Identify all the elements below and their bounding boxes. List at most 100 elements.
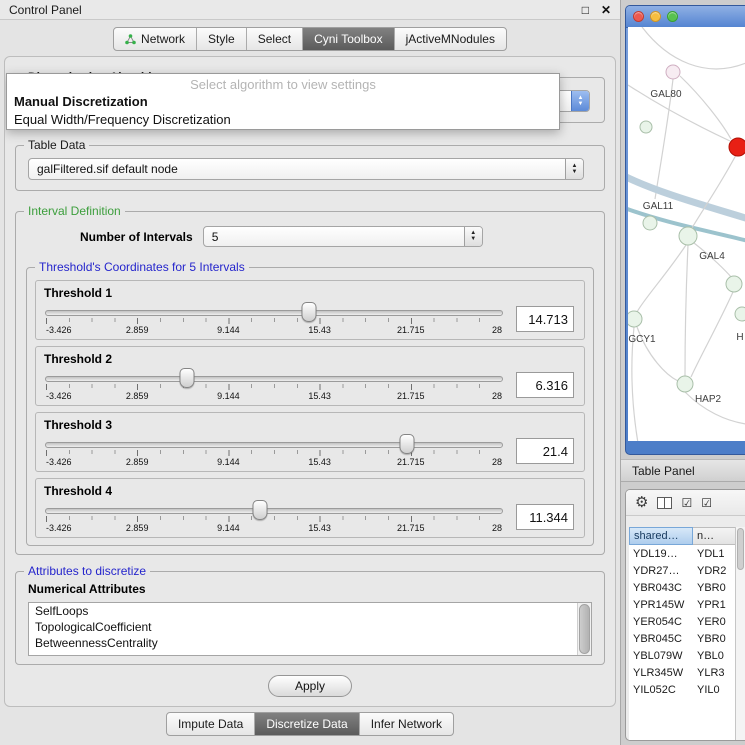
table-rows: YDL19…YDL1YDR27…YDR2YBR043CYBR0YPR145WYP… — [629, 545, 736, 698]
scale-label: 28 — [492, 391, 502, 401]
table-cell[interactable]: YBR043C — [629, 582, 693, 594]
network-node[interactable] — [726, 276, 742, 292]
network-node[interactable] — [628, 311, 642, 327]
table-cell[interactable]: YER0 — [693, 616, 736, 628]
table-cell[interactable]: YBL0 — [693, 650, 736, 662]
threshold-4-slider[interactable]: -3.4262.8599.14415.4321.71528 — [44, 499, 504, 535]
column-header-shared-name[interactable]: shared… — [629, 527, 693, 545]
threshold-1-value-input[interactable] — [516, 306, 574, 332]
table-cell[interactable]: YPR145W — [629, 599, 693, 611]
node-label-h: H — [736, 332, 743, 343]
tab-style[interactable]: Style — [197, 28, 247, 50]
table-row[interactable]: YLR345WYLR3 — [629, 664, 736, 681]
network-node[interactable] — [666, 65, 680, 79]
apply-button[interactable]: Apply — [268, 675, 352, 697]
threshold-2-thumb[interactable] — [179, 368, 194, 388]
tab-infer-network[interactable]: Infer Network — [360, 713, 453, 735]
table-cell[interactable]: YBR0 — [693, 582, 736, 594]
float-window-icon[interactable]: □ — [582, 3, 589, 17]
table-row[interactable]: YIL052CYIL0 — [629, 681, 736, 698]
attribute-item-selfloops[interactable]: SelfLoops — [29, 603, 591, 619]
tab-select[interactable]: Select — [247, 28, 303, 50]
numerical-attributes-list[interactable]: SelfLoopsTopologicalCoefficientBetweenne… — [28, 602, 592, 656]
threshold-4-value-input[interactable] — [516, 504, 574, 530]
control-panel-titlebar[interactable]: Control Panel □ ✕ — [0, 0, 620, 20]
table-row[interactable]: YER054CYER0 — [629, 613, 736, 630]
threshold-2-value-input[interactable] — [516, 372, 574, 398]
dropdown-option-equal-width-frequency-discretization[interactable]: Equal Width/Frequency Discretization — [7, 111, 559, 129]
slider-track[interactable] — [45, 310, 503, 316]
threshold-1-slider[interactable]: -3.4262.8599.14415.4321.71528 — [44, 301, 504, 337]
attribute-item-topologicalcoefficient[interactable]: TopologicalCoefficient — [29, 619, 591, 635]
table-cell[interactable]: YLR345W — [629, 667, 693, 679]
network-node[interactable] — [735, 307, 745, 321]
table-cell[interactable]: YIL052C — [629, 684, 693, 696]
tab-impute-data[interactable]: Impute Data — [167, 713, 255, 735]
network-node[interactable] — [640, 121, 652, 133]
threshold-3-value-input[interactable] — [516, 438, 574, 464]
table-scrollbar-thumb[interactable] — [737, 528, 744, 570]
table-cell[interactable]: YLR3 — [693, 667, 736, 679]
combo-stepper-icon[interactable]: ▲▼ — [565, 159, 583, 179]
network-node[interactable] — [679, 227, 697, 245]
slider-major-ticks — [46, 318, 502, 324]
tab-network[interactable]: Network — [114, 28, 197, 50]
network-node-selected[interactable] — [729, 138, 745, 156]
table-data-combobox[interactable]: galFiltered.sif default node ▲▼ — [28, 158, 584, 180]
tab-jactivemnodules[interactable]: jActiveMNodules — [395, 28, 506, 50]
threshold-3-thumb[interactable] — [400, 434, 415, 454]
attribute-item-betweennesscentrality[interactable]: BetweennessCentrality — [29, 635, 591, 651]
network-window-titlebar[interactable] — [626, 6, 745, 28]
num-intervals-combobox[interactable]: 5 ▲▼ — [203, 226, 483, 247]
slider-track[interactable] — [45, 376, 503, 382]
slider-track[interactable] — [45, 508, 503, 514]
dropdown-option-manual-discretization[interactable]: Manual Discretization — [7, 93, 559, 111]
table-cell[interactable]: YBR045C — [629, 633, 693, 645]
list-scrollbar-thumb[interactable] — [579, 604, 590, 654]
table-cell[interactable]: YDR2 — [693, 565, 736, 577]
network-canvas[interactable]: GAL80GAL11GAL4GCY1HAP2H — [628, 27, 745, 441]
select-columns-checkbox-icon[interactable]: ☑ — [701, 497, 712, 509]
table-row[interactable]: YBR043CYBR0 — [629, 579, 736, 596]
scale-label: -3.426 — [46, 325, 72, 335]
table-row[interactable]: YBR045CYBR0 — [629, 630, 736, 647]
close-window-icon[interactable]: ✕ — [601, 3, 611, 17]
table-cell[interactable]: YDR27… — [629, 565, 693, 577]
table-row[interactable]: YPR145WYPR1 — [629, 596, 736, 613]
list-scrollbar[interactable] — [577, 603, 591, 655]
table-cell[interactable]: YER054C — [629, 616, 693, 628]
table-cell[interactable]: YDL1 — [693, 548, 736, 560]
scale-label: 2.859 — [126, 325, 149, 335]
threshold-1-thumb[interactable] — [302, 302, 317, 322]
table-cell[interactable]: YBR0 — [693, 633, 736, 645]
threshold-3-slider[interactable]: -3.4262.8599.14415.4321.71528 — [44, 433, 504, 469]
table-data-legend: Table Data — [24, 138, 89, 152]
combo-stepper-icon[interactable]: ▲▼ — [571, 91, 589, 111]
table-cell[interactable]: YPR1 — [693, 599, 736, 611]
slider-track[interactable] — [45, 442, 503, 448]
minimize-traffic-light-icon[interactable] — [650, 11, 661, 22]
table-row[interactable]: YDR27…YDR2 — [629, 562, 736, 579]
table-cell[interactable]: YDL19… — [629, 548, 693, 560]
table-scrollbar[interactable] — [735, 527, 745, 740]
tab-discretize-data[interactable]: Discretize Data — [255, 713, 359, 735]
zoom-traffic-light-icon[interactable] — [667, 11, 678, 22]
threshold-2-slider[interactable]: -3.4262.8599.14415.4321.71528 — [44, 367, 504, 403]
settings-gear-icon[interactable]: ⚙ — [635, 495, 648, 510]
network-node[interactable] — [643, 216, 657, 230]
network-node[interactable] — [677, 376, 693, 392]
table-cell[interactable]: YBL079W — [629, 650, 693, 662]
table-cell[interactable]: YIL0 — [693, 684, 736, 696]
combo-stepper-icon[interactable]: ▲▼ — [464, 227, 482, 246]
close-traffic-light-icon[interactable] — [633, 11, 644, 22]
tab-cyni-toolbox[interactable]: Cyni Toolbox — [303, 28, 394, 50]
table-panel-header[interactable]: Table Panel — [621, 459, 745, 482]
scale-label: 15.43 — [308, 523, 331, 533]
network-window: GAL80GAL11GAL4GCY1HAP2H — [625, 5, 745, 455]
select-all-checkbox-icon[interactable]: ☑ — [681, 497, 692, 509]
threshold-4-thumb[interactable] — [253, 500, 268, 520]
table-row[interactable]: YDL19…YDL1 — [629, 545, 736, 562]
column-header-name[interactable]: n… — [693, 527, 736, 545]
columns-icon[interactable] — [657, 497, 672, 509]
table-row[interactable]: YBL079WYBL0 — [629, 647, 736, 664]
